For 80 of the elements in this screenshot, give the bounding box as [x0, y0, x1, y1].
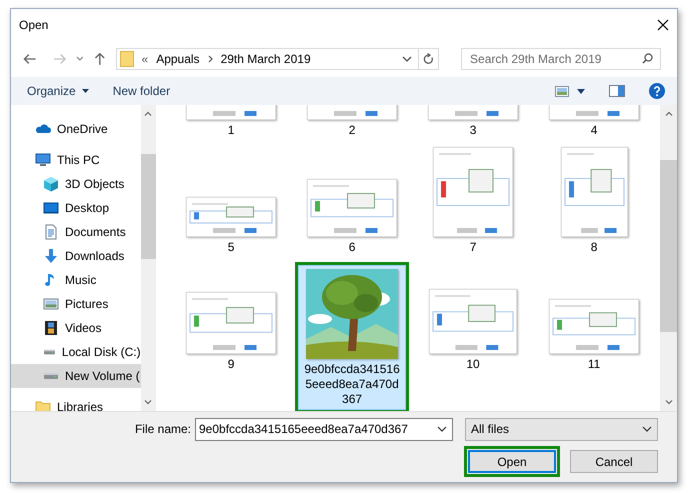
cube-icon [43, 176, 59, 192]
file-name: 6 [348, 240, 356, 256]
breadcrumb[interactable]: Appuals [156, 50, 200, 68]
address-bar[interactable]: « Appuals 29th March 2019 [116, 48, 440, 70]
sidebar-item[interactable]: OneDrive [11, 117, 141, 141]
file-name: 2 [348, 123, 356, 139]
toolbar-button[interactable]: New folder [108, 80, 174, 102]
breadcrumb[interactable]: 29th March 2019 [220, 50, 311, 68]
scrollbar[interactable] [660, 105, 677, 411]
organize-menu[interactable]: Organize [23, 80, 93, 102]
up-arrow-icon[interactable] [94, 52, 106, 66]
file-item[interactable]: 8 [560, 142, 628, 259]
monitor-icon [35, 152, 51, 168]
preview-pane-icon[interactable] [609, 85, 625, 97]
window-title: Open [19, 17, 48, 34]
sidebar-item[interactable]: Downloads [11, 244, 141, 268]
chevron-icon [208, 55, 213, 63]
caret-icon[interactable] [437, 426, 447, 432]
drive-icon [44, 373, 58, 379]
scroll-up-icon[interactable] [144, 111, 152, 116]
file-name: 10 [466, 357, 480, 373]
file-name: 4 [590, 123, 598, 139]
view-icon[interactable] [555, 86, 569, 96]
file-name-field[interactable]: 9e0bfccda3415165eeed8ea7a470d367 [195, 418, 453, 440]
file-item[interactable]: 3 [428, 105, 518, 142]
sidebar-item[interactable]: New Volume ( [11, 364, 141, 388]
file-name-label: File name: [134, 421, 192, 438]
file-item[interactable]: 10 [429, 259, 518, 376]
caret-icon [642, 426, 652, 432]
drive-icon [44, 349, 55, 355]
caret-icon[interactable] [402, 56, 412, 62]
search-field[interactable]: Search 29th March 2019 [461, 48, 662, 70]
file-name: 7 [470, 240, 476, 256]
scroll-thumb[interactable] [140, 154, 156, 259]
scroll-thumb[interactable] [660, 160, 677, 332]
refresh-icon[interactable] [423, 53, 434, 65]
picture-icon [43, 296, 59, 312]
document-icon [43, 224, 59, 240]
scrollbar[interactable] [140, 105, 156, 411]
film-strip-icon [43, 320, 59, 336]
sidebar-item[interactable]: Local Disk (C:) [11, 340, 141, 364]
file-name: 1 [228, 123, 234, 139]
file-item[interactable]: 9e0bfccda3415165eeed8ea7a470d367 [298, 265, 406, 410]
dialog-button[interactable]: Cancel [570, 450, 658, 473]
file-item[interactable]: 2 [307, 105, 398, 142]
file-name: 11 [588, 357, 600, 373]
file-name: 9e0bfccda3415165eeed8ea7a470d367 [303, 362, 401, 407]
help-icon[interactable] [649, 83, 665, 99]
file-item[interactable]: 9 [186, 259, 276, 376]
file-name: 8 [590, 240, 598, 256]
sidebar-item[interactable]: Desktop [11, 196, 141, 220]
sidebar-item[interactable]: Videos [11, 316, 141, 340]
file-type-dropdown[interactable]: All files [465, 418, 658, 440]
scroll-up-icon[interactable] [664, 111, 672, 116]
back-arrow-icon[interactable] [23, 53, 37, 65]
caret-icon [82, 89, 89, 93]
file-name: 3 [470, 123, 476, 139]
desktop-icon [43, 200, 59, 216]
sidebar-item[interactable]: Libraries [11, 395, 141, 411]
sidebar-item[interactable]: Music [11, 268, 141, 292]
scroll-down-icon[interactable] [144, 400, 152, 405]
file-name: 5 [228, 240, 234, 256]
close-icon[interactable] [657, 19, 669, 31]
sidebar-item[interactable]: Pictures [11, 292, 141, 316]
file-item[interactable]: 5 [186, 142, 276, 259]
down-arrow-icon [43, 248, 59, 264]
file-item[interactable]: 7 [433, 142, 514, 259]
file-item[interactable]: 6 [307, 142, 398, 259]
file-item[interactable]: 11 [549, 259, 640, 376]
search-icon [642, 53, 654, 64]
file-item[interactable]: 4 [549, 105, 640, 142]
sidebar-item[interactable]: 3D Objects [11, 172, 141, 196]
sidebar-item[interactable]: This PC [11, 148, 141, 172]
file-name: 9 [228, 357, 234, 373]
folder-icon [120, 51, 134, 67]
overflow-chevron[interactable]: « [142, 50, 148, 68]
caret-icon[interactable] [577, 88, 585, 94]
scroll-down-icon[interactable] [664, 400, 672, 405]
file-item[interactable]: 1 [186, 105, 276, 142]
sidebar-item[interactable]: Documents [11, 220, 141, 244]
